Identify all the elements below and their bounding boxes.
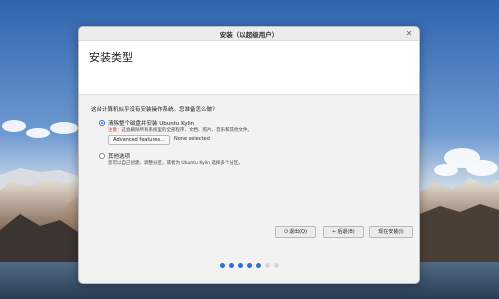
install-now-button[interactable]: 现在安装(I) [369, 226, 413, 238]
advanced-features-button[interactable]: Advanced features... [108, 135, 170, 145]
window-title: 安装（以超级用户） [219, 31, 279, 39]
back-label: 后退(B) [337, 229, 355, 235]
something-else-label[interactable]: 其他选项 [108, 152, 130, 160]
erase-disk-note: 注意：这会删除所有系统里的全部程序、文档、照片、音乐和其他文件。 [108, 127, 252, 133]
page-header: 安装类型 [79, 41, 419, 95]
quit-label: 退出(Q) [289, 229, 307, 235]
progress-dot [237, 263, 243, 268]
erase-disk-description: 这会删除所有系统里的全部程序、文档、照片、音乐和其他文件。 [121, 128, 253, 133]
installer-window: 安装（以超级用户） ✕ 安装类型 这台计算机似乎没有安装操作系统。您准备怎么做？… [78, 26, 420, 284]
progress-dot [246, 263, 252, 268]
something-else-note: 您可以自己创建、调整分区，或者为 Ubuntu Kylin 选择多个分区。 [108, 161, 243, 166]
progress-dot [264, 263, 270, 268]
erase-disk-label[interactable]: 清除整个磁盘并安装 Ubuntu Kylin [108, 119, 194, 127]
title-bar[interactable]: 安装（以超级用户） ✕ [79, 27, 419, 41]
power-icon: ⏻ [284, 229, 289, 235]
progress-dot [255, 263, 261, 268]
something-else-radio[interactable] [99, 153, 105, 159]
progress-dot [273, 263, 279, 268]
erase-disk-radio[interactable] [99, 120, 105, 126]
page-title: 安装类型 [89, 51, 133, 64]
back-arrow-icon: ← [332, 229, 337, 235]
close-icon[interactable]: ✕ [403, 28, 415, 40]
main-content: 这台计算机似乎没有安装操作系统。您准备怎么做？ 清除整个磁盘并安装 Ubuntu… [79, 95, 419, 283]
install-question: 这台计算机似乎没有安装操作系统。您准备怎么做？ [91, 107, 218, 113]
advanced-features-status: None selected [174, 136, 210, 142]
progress-dot [219, 263, 225, 268]
progress-dot [228, 263, 234, 268]
back-button[interactable]: ←后退(B) [323, 226, 364, 238]
progress-dots [79, 263, 419, 269]
warning-prefix: 注意： [108, 128, 122, 133]
quit-button[interactable]: ⏻退出(Q) [275, 226, 316, 238]
